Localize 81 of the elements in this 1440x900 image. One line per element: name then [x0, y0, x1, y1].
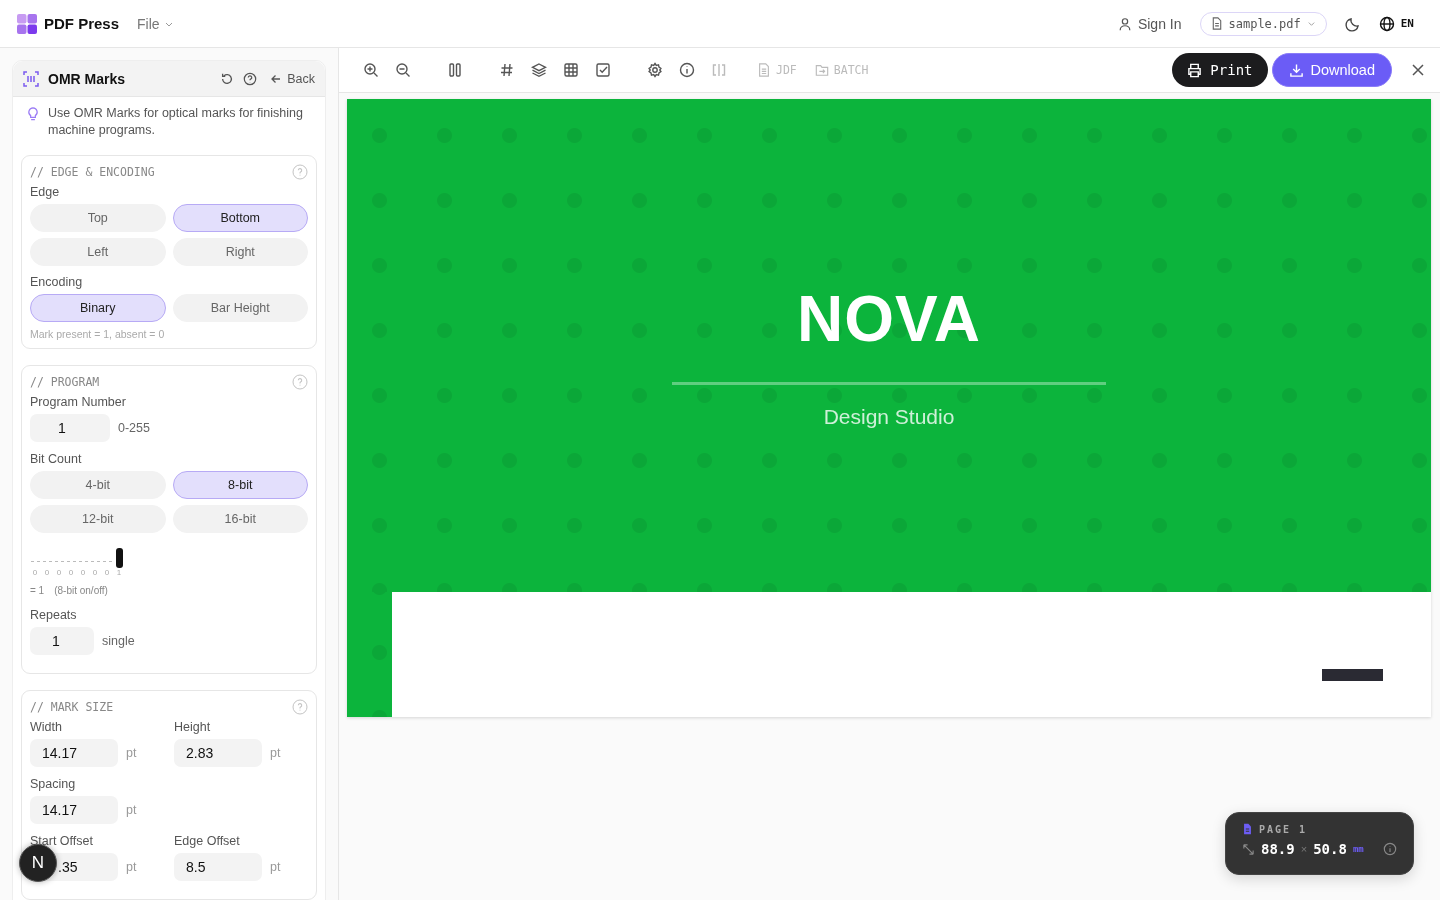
bit-value: 0	[80, 568, 86, 577]
document-icon	[757, 63, 771, 77]
field-label: Bit Count	[30, 452, 83, 466]
folder-import-icon	[814, 63, 829, 77]
bit-value: 0	[56, 568, 62, 577]
unit-text: pt	[126, 803, 137, 817]
field-label: Program Number	[30, 395, 127, 409]
chevron-down-icon	[1306, 19, 1316, 28]
document-icon	[1210, 17, 1223, 30]
resize-icon	[1242, 842, 1255, 856]
app-name: PDF Press	[44, 15, 120, 32]
unit-text: pt	[270, 746, 281, 760]
page-height: 50.8	[1313, 841, 1347, 857]
arrow-left-icon	[270, 72, 283, 85]
edge-option[interactable]: Left	[30, 238, 166, 266]
edge-option[interactable]: Top	[30, 204, 166, 232]
unit-text: pt	[126, 746, 137, 760]
range-text: 0-255	[118, 421, 150, 435]
times-sign: ×	[1300, 843, 1308, 855]
section-title: // PROGRAM	[30, 375, 100, 389]
section-title: // MARK SIZE	[30, 700, 114, 714]
moon-icon[interactable]	[1344, 15, 1361, 32]
page-label: PAGE 1	[1259, 823, 1308, 835]
bit-value: 0	[92, 568, 98, 577]
bit-count-option[interactable]: 4-bit	[30, 471, 166, 499]
file-menu[interactable]: File	[137, 15, 174, 32]
field-label: Edge Offset	[174, 834, 241, 848]
user-icon	[1117, 16, 1132, 31]
field-label: Encoding	[30, 275, 84, 289]
encoding-option[interactable]: Bar Height	[172, 294, 308, 322]
close-icon[interactable]	[1412, 64, 1424, 76]
bit-value: 0	[32, 568, 38, 577]
bit-value: 0	[44, 568, 50, 577]
bit-value: 0	[68, 568, 74, 577]
download-button[interactable]: Download	[1271, 53, 1392, 87]
printer-icon	[1187, 62, 1203, 78]
number-input[interactable]: 8.5	[174, 853, 262, 881]
field-label: Repeats	[30, 608, 78, 622]
field-label: Edge	[30, 185, 61, 199]
logo-icon	[16, 12, 38, 35]
omr-mark	[1322, 669, 1383, 681]
lightbulb-icon	[27, 107, 39, 122]
document-subtitle: Design Studio	[823, 405, 955, 429]
hint-text: Mark present = 1, absent = 0	[30, 328, 166, 340]
unit-text: pt	[270, 860, 281, 874]
reset-icon[interactable]	[220, 71, 235, 86]
download-icon	[1288, 62, 1304, 78]
document-icon	[1242, 823, 1253, 835]
encoding-option[interactable]: Binary	[30, 294, 166, 322]
repeats-note: single	[102, 634, 135, 648]
barcode-icon	[23, 70, 39, 87]
repeats-input[interactable]: 1	[30, 627, 94, 655]
document-title: NOVA	[796, 282, 982, 356]
program-number-input[interactable]: 1	[30, 414, 110, 442]
bit-value: 1	[116, 568, 122, 577]
unit-text: mm	[1352, 844, 1364, 854]
edge-option[interactable]: Bottom	[172, 204, 308, 232]
number-input[interactable]: 14.17	[30, 796, 118, 824]
bit-count-option[interactable]: 12-bit	[30, 505, 166, 533]
bit-count-option[interactable]: 8-bit	[172, 471, 308, 499]
result-note: (8-bit on/off)	[54, 585, 108, 596]
field-label: Height	[174, 720, 212, 734]
bit-count-option[interactable]: 16-bit	[172, 505, 308, 533]
info-icon[interactable]	[1383, 842, 1397, 856]
page-width: 88.9	[1261, 841, 1295, 857]
section-title: // EDGE & ENCODING	[30, 165, 155, 179]
sign-in-button[interactable]: Sign In	[1117, 15, 1182, 32]
language-button[interactable]: EN	[1378, 15, 1414, 32]
result-value: = 1	[30, 585, 45, 596]
field-label: Spacing	[30, 777, 77, 791]
edge-option[interactable]: Right	[172, 238, 308, 266]
help-icon[interactable]	[243, 71, 258, 86]
number-input[interactable]: 2.83	[174, 739, 262, 767]
print-button[interactable]: Print	[1172, 53, 1268, 87]
tip-text: Use OMR Marks for optical marks for finishing machine programs.	[48, 105, 304, 139]
bit-value: 0	[104, 568, 110, 577]
back-button[interactable]: Back	[270, 71, 315, 86]
unit-text: pt	[126, 860, 137, 874]
panel-title: OMR Marks	[48, 70, 126, 87]
number-input[interactable]: 14.17	[30, 739, 118, 767]
field-label: Width	[30, 720, 63, 734]
